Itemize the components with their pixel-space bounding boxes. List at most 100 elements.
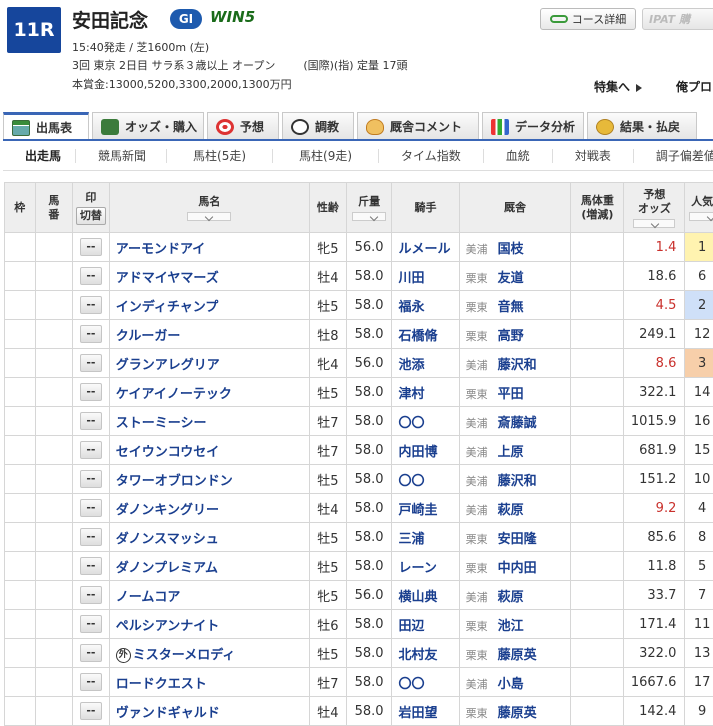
- mark-select[interactable]: --: [79, 383, 102, 401]
- jockey-link[interactable]: 内田博: [398, 445, 437, 460]
- tab-chokyo[interactable]: 調教: [282, 112, 354, 140]
- odds-cell: 171.4: [623, 609, 686, 639]
- ipat-button[interactable]: IPAT 購: [642, 8, 713, 30]
- win5-logo[interactable]: WIN5: [210, 8, 255, 26]
- horse-name-link[interactable]: グランアレグリア: [116, 358, 220, 373]
- subnav-ketto[interactable]: 血統: [484, 148, 553, 163]
- mark-select[interactable]: --: [79, 296, 102, 314]
- tab-result[interactable]: 結果・払戻: [587, 112, 697, 140]
- course-detail-button[interactable]: コース詳細: [540, 8, 636, 30]
- tab-yoso[interactable]: 予想: [207, 112, 279, 140]
- horse-name-link[interactable]: クルーガー: [116, 329, 181, 344]
- horse-name-link[interactable]: ストーミーシー: [116, 416, 207, 431]
- odds-cell: 142.4: [623, 696, 686, 726]
- waku-cell: [4, 696, 36, 726]
- horse-name-link[interactable]: セイウンコウセイ: [116, 445, 219, 460]
- sort-name-icon[interactable]: [187, 211, 232, 221]
- sort-pop-icon[interactable]: [689, 211, 713, 221]
- mark-select[interactable]: --: [79, 412, 102, 430]
- horse-name-link[interactable]: ダノンスマッシュ: [116, 532, 219, 547]
- mark-select[interactable]: --: [79, 528, 102, 546]
- trainer-link[interactable]: 池江: [498, 619, 524, 634]
- jockey-link[interactable]: 川田: [398, 271, 424, 286]
- trainer-link[interactable]: 斎藤誠: [498, 416, 537, 431]
- jockey-link[interactable]: 岩田望: [398, 706, 437, 721]
- tab-data[interactable]: データ分析: [482, 112, 584, 140]
- subnav-umabashira5[interactable]: 馬柱(5走): [167, 148, 274, 163]
- horse-name-link[interactable]: ダノンキングリー: [116, 503, 219, 518]
- jockey-link[interactable]: 石橋脩: [398, 329, 437, 344]
- jockey-link[interactable]: 〇〇: [398, 474, 424, 489]
- tab-shutuba[interactable]: 出馬表: [3, 112, 89, 140]
- trainer-link[interactable]: 藤原英: [498, 706, 537, 721]
- mark-select[interactable]: --: [79, 470, 102, 488]
- mark-toggle-button[interactable]: 切替: [75, 206, 106, 225]
- trainer-link[interactable]: 小島: [498, 677, 524, 692]
- mark-select[interactable]: --: [79, 267, 102, 285]
- subnav-choushi[interactable]: 調子偏差値: [634, 149, 713, 163]
- subnav-taisenhyo[interactable]: 対戦表: [553, 148, 634, 163]
- trainer-link[interactable]: 藤原英: [498, 648, 537, 663]
- jockey-link[interactable]: 津村: [398, 387, 424, 402]
- horse-name-link[interactable]: ノームコア: [116, 590, 181, 605]
- mark-select[interactable]: --: [79, 702, 102, 720]
- jockey-link[interactable]: 田辺: [398, 619, 424, 634]
- jockey-link[interactable]: 池添: [398, 358, 424, 373]
- mark-select[interactable]: --: [79, 644, 102, 662]
- trainer-link[interactable]: 友道: [498, 271, 524, 286]
- mark-select[interactable]: --: [79, 615, 102, 633]
- trainer-link[interactable]: 萩原: [498, 590, 524, 605]
- sort-odds-icon[interactable]: [633, 218, 676, 228]
- trainer-link[interactable]: 藤沢和: [498, 358, 537, 373]
- mark-select[interactable]: --: [79, 238, 102, 256]
- stable-cell: 美浦 萩原: [458, 580, 572, 610]
- table-row: -- ダノンプレミアム 牡5 58.0 レーン 栗東 中内田 11.8 5: [4, 551, 713, 581]
- horse-name-link[interactable]: ケイアイノーテック: [116, 387, 232, 402]
- horse-name-link[interactable]: ダノンプレミアム: [116, 561, 218, 576]
- jockey-link[interactable]: 三浦: [398, 532, 424, 547]
- jockey-link[interactable]: レーン: [398, 561, 436, 576]
- ore-pro-link[interactable]: 俺プロ: [676, 78, 712, 95]
- sort-kin-icon[interactable]: [352, 211, 387, 221]
- trainer-link[interactable]: 音無: [498, 300, 524, 315]
- tab-odds[interactable]: オッズ・購入: [92, 112, 204, 140]
- horse-name-link[interactable]: ヴァンドギャルド: [116, 706, 220, 721]
- tokushu-link[interactable]: 特集へ: [594, 78, 643, 95]
- trainer-link[interactable]: 高野: [498, 329, 524, 344]
- jockey-link[interactable]: 〇〇: [398, 416, 424, 431]
- table-row: -- クルーガー 牡8 58.0 石橋脩 栗東 高野 249.1 12: [4, 319, 713, 349]
- mark-select[interactable]: --: [79, 354, 102, 372]
- horse-name-link[interactable]: インディチャンプ: [116, 300, 219, 315]
- subnav-time-index[interactable]: タイム指数: [379, 148, 484, 163]
- trainer-link[interactable]: 萩原: [498, 503, 524, 518]
- trainer-link[interactable]: 国枝: [498, 242, 524, 257]
- horse-name-link[interactable]: アーモンドアイ: [116, 242, 206, 257]
- jockey-link[interactable]: 〇〇: [398, 677, 424, 692]
- tab-comment[interactable]: 厩舎コメント: [357, 112, 479, 140]
- jockey-link[interactable]: ルメール: [398, 242, 450, 257]
- mark-select[interactable]: --: [79, 325, 102, 343]
- trainer-link[interactable]: 安田隆: [498, 532, 537, 547]
- weight-carried-cell: 58.0: [345, 522, 393, 552]
- trainer-link[interactable]: 藤沢和: [498, 474, 537, 489]
- jockey-link[interactable]: 横山典: [398, 590, 437, 605]
- jockey-link[interactable]: 北村友: [398, 648, 437, 663]
- subnav-shusso[interactable]: 出走馬: [3, 148, 77, 163]
- horse-name-link[interactable]: ミスターメロディ: [133, 648, 236, 663]
- trainer-link[interactable]: 上原: [498, 445, 524, 460]
- mark-select[interactable]: --: [79, 499, 102, 517]
- mark-select[interactable]: --: [79, 557, 102, 575]
- jockey-link[interactable]: 戸崎圭: [398, 503, 437, 518]
- horse-name-link[interactable]: アドマイヤマーズ: [116, 271, 219, 286]
- subnav-shinbun[interactable]: 競馬新聞: [76, 148, 168, 163]
- trainer-link[interactable]: 平田: [498, 387, 524, 402]
- subnav-umabashira9[interactable]: 馬柱(9走): [273, 148, 380, 163]
- horse-name-link[interactable]: ロードクエスト: [116, 677, 207, 692]
- mark-select[interactable]: --: [79, 673, 102, 691]
- horse-name-link[interactable]: ペルシアンナイト: [116, 619, 219, 634]
- mark-select[interactable]: --: [79, 586, 102, 604]
- jockey-link[interactable]: 福永: [398, 300, 424, 315]
- trainer-link[interactable]: 中内田: [498, 561, 537, 576]
- horse-name-link[interactable]: タワーオブロンドン: [116, 474, 233, 489]
- mark-select[interactable]: --: [79, 441, 102, 459]
